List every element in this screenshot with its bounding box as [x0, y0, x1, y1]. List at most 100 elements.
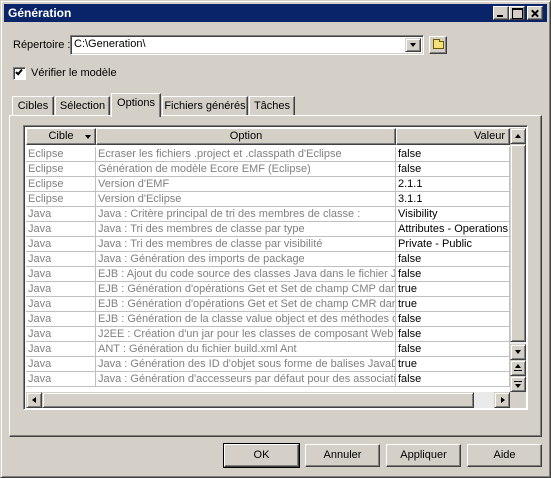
directory-combobox[interactable]: C:\Generation\ [70, 35, 424, 55]
cell-cible: Java [26, 357, 96, 372]
cell-valeur[interactable]: Attributes - Operations [396, 222, 510, 237]
cell-option: Ecraser les fichiers .project et .classp… [96, 147, 396, 162]
button-label: Annuler [323, 449, 362, 461]
scroll-right-button[interactable] [494, 392, 510, 408]
horizontal-scrollbar[interactable] [26, 392, 510, 408]
cell-valeur[interactable]: 3.1.1 [396, 192, 510, 207]
table-row[interactable]: Java EJB : Génération d'opérations Get et… [26, 282, 510, 297]
table-row[interactable]: Eclipse Version d'Eclipse 3.1.1 [26, 192, 510, 207]
cell-option: ANT : Génération du fichier build.xml An… [96, 342, 396, 357]
browse-folder-button[interactable] [429, 36, 447, 54]
cell-option: Version d'Eclipse [96, 192, 396, 207]
table-row[interactable]: Java Java : Génération d'accesseurs par d… [26, 372, 510, 387]
cell-valeur[interactable]: false [396, 147, 510, 162]
cell-option: Java : Génération des ID d'objet sous fo… [96, 357, 396, 372]
tab-selection[interactable]: Sélection [55, 96, 110, 117]
cell-valeur[interactable]: false [396, 252, 510, 267]
minimize-button[interactable] [493, 6, 509, 20]
verify-model-label[interactable]: Vérifier le modèle [31, 67, 117, 79]
cell-valeur[interactable]: true [396, 297, 510, 312]
close-button[interactable] [527, 6, 543, 20]
cell-cible: Java [26, 327, 96, 342]
table-row[interactable]: Java EJB : Génération d'opérations Get et… [26, 297, 510, 312]
bar-icon [514, 381, 522, 382]
cell-cible: Java [26, 267, 96, 282]
button-label: Appliquer [400, 449, 447, 461]
cell-cible: Eclipse [26, 177, 96, 192]
vertical-scroll-thumb[interactable] [510, 144, 526, 342]
cell-option: Java : Tri des membres de classe par vis… [96, 237, 396, 252]
table-row[interactable]: Java Java : Génération des ID d'objet sou… [26, 357, 510, 372]
cell-option: Java : Génération d'accesseurs par défau… [96, 372, 396, 387]
cell-cible: Java [26, 342, 96, 357]
cell-valeur[interactable]: false [396, 312, 510, 327]
cell-option: Génération de modèle Ecore EMF (Eclipse) [96, 162, 396, 177]
maximize-button[interactable] [509, 6, 525, 20]
cell-option: Version d'EMF [96, 177, 396, 192]
options-grid[interactable]: Cible Option Valeur Eclipse Ecraser les f… [23, 125, 528, 410]
vertical-scrollbar[interactable] [510, 128, 526, 392]
directory-value: C:\Generation\ [74, 38, 146, 50]
check-icon [15, 67, 23, 76]
table-row[interactable]: Java Java : Tri des membres de classe par… [26, 237, 510, 252]
cell-valeur[interactable]: false [396, 267, 510, 282]
tab-options[interactable]: Options [111, 93, 161, 117]
scroll-to-bottom-button[interactable] [510, 376, 526, 392]
cell-option: EJB : Génération de la classe value obje… [96, 312, 396, 327]
scroll-up-button[interactable] [510, 128, 526, 144]
cell-option: EJB : Génération d'opérations Get et Set… [96, 282, 396, 297]
cell-cible: Eclipse [26, 192, 96, 207]
cancel-button[interactable]: Annuler [305, 444, 380, 467]
help-button[interactable]: Aide [467, 444, 542, 467]
verify-model-checkbox[interactable] [13, 67, 26, 80]
directory-dropdown-button[interactable] [405, 38, 421, 52]
scroll-left-button[interactable] [26, 392, 42, 408]
scroll-corner [510, 392, 526, 408]
cell-valeur[interactable]: false [396, 342, 510, 357]
cell-valeur[interactable]: false [396, 162, 510, 177]
folder-icon [433, 39, 444, 49]
table-row[interactable]: Java Java : Critère principal de tri des … [26, 207, 510, 222]
arrow-left-icon [32, 397, 36, 403]
cell-valeur[interactable]: 2.1.1 [396, 177, 510, 192]
table-row[interactable]: Eclipse Version d'EMF 2.1.1 [26, 177, 510, 192]
cell-valeur[interactable]: true [396, 357, 510, 372]
table-row[interactable]: Java J2EE : Création d'un jar pour les cl… [26, 327, 510, 342]
cell-valeur[interactable]: true [396, 282, 510, 297]
cell-valeur[interactable]: false [396, 372, 510, 387]
chevron-down-icon [410, 43, 416, 47]
table-row[interactable]: Java EJB : Ajout du code source des class… [26, 267, 510, 282]
button-label: Aide [493, 449, 516, 461]
bar-icon [514, 370, 522, 371]
horizontal-scroll-thumb[interactable] [42, 392, 474, 408]
window-title: Génération [8, 6, 72, 20]
table-row[interactable]: Eclipse Ecraser les fichiers .project et … [26, 147, 510, 162]
title-bar[interactable]: Génération [4, 4, 547, 22]
scroll-to-top-button[interactable] [510, 360, 526, 376]
apply-button[interactable]: Appliquer [386, 444, 461, 467]
table-row[interactable]: Java Java : Tri des membres de classe par… [26, 222, 510, 237]
cell-valeur[interactable]: Private - Public [396, 237, 510, 252]
scroll-down-button[interactable] [510, 344, 526, 360]
column-header-valeur[interactable]: Valeur [396, 128, 510, 145]
table-row[interactable]: Java Java : Génération des imports de pac… [26, 252, 510, 267]
tab-cibles[interactable]: Cibles [12, 96, 54, 117]
column-header-cible[interactable]: Cible [26, 128, 96, 145]
arrow-up-icon [515, 134, 521, 138]
column-header-option[interactable]: Option [96, 128, 396, 145]
table-row[interactable]: Eclipse Génération de modèle Ecore EMF (E… [26, 162, 510, 177]
arrow-up-icon [515, 364, 521, 368]
cell-valeur[interactable]: Visibility [396, 207, 510, 222]
ok-button[interactable]: OK [223, 443, 300, 468]
cell-valeur[interactable]: false [396, 327, 510, 342]
button-label: OK [253, 449, 270, 461]
cell-option: Java : Tri des membres de classe par typ… [96, 222, 396, 237]
tab-taches[interactable]: Tâches [249, 96, 295, 117]
tab-label: Tâches [253, 100, 291, 112]
tab-fichiers-generes[interactable]: Fichiers générés [162, 96, 248, 117]
table-row[interactable]: Java EJB : Génération de la classe value … [26, 312, 510, 327]
cell-cible: Java [26, 312, 96, 327]
tab-label: Options [117, 97, 155, 109]
table-row[interactable]: Java ANT : Génération du fichier build.xm… [26, 342, 510, 357]
cell-cible: Java [26, 372, 96, 387]
